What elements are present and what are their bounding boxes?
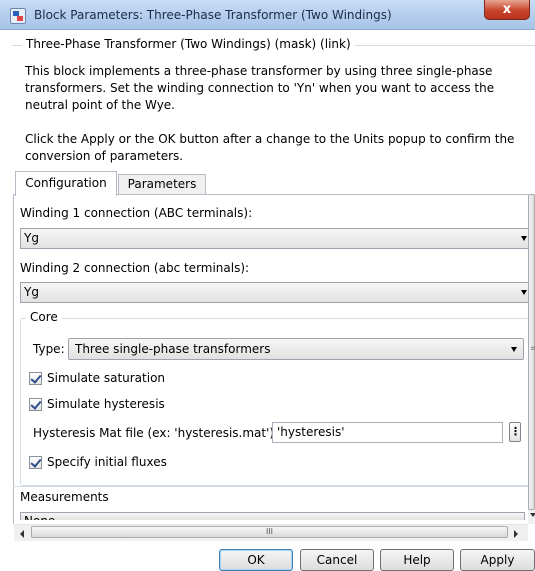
- winding2-dropdown[interactable]: Yg: [20, 282, 530, 303]
- cancel-button[interactable]: Cancel: [300, 549, 374, 571]
- winding2-label: Winding 2 connection (abc terminals):: [20, 261, 250, 275]
- mask-title: Three-Phase Transformer (Two Windings) (…: [22, 37, 355, 51]
- vertical-scrollbar[interactable]: =: [528, 194, 535, 524]
- specify-initial-fluxes-label: Specify initial fluxes: [47, 455, 167, 469]
- winding1-dropdown[interactable]: Yg: [20, 228, 530, 249]
- close-button[interactable]: x: [484, 0, 530, 20]
- chevron-down-icon: [521, 236, 527, 241]
- window-title: Block Parameters: Three-Phase Transforme…: [34, 8, 392, 22]
- core-type-label: Type:: [33, 342, 65, 356]
- core-group-title: Core: [26, 310, 62, 324]
- scroll-down-arrow-icon[interactable]: [530, 513, 535, 517]
- specify-initial-fluxes-checkbox[interactable]: [29, 456, 42, 469]
- mask-instructions: Click the Apply or the OK button after a…: [25, 132, 515, 163]
- horizontal-scroll-thumb[interactable]: III: [31, 526, 508, 538]
- grip-icon: =: [530, 344, 535, 354]
- help-button[interactable]: Help: [380, 549, 454, 571]
- scroll-right-arrow-icon[interactable]: [514, 530, 518, 538]
- hysteresis-file-label: Hysteresis Mat file (ex: 'hysteresis.mat…: [33, 426, 275, 440]
- ok-button[interactable]: OK: [219, 549, 293, 571]
- simulate-hysteresis-checkbox[interactable]: [29, 398, 42, 411]
- core-type-dropdown[interactable]: Three single-phase transformers: [68, 338, 524, 360]
- simulink-block-icon: [10, 8, 26, 24]
- core-type-value: Three single-phase transformers: [75, 342, 271, 356]
- measurements-divider: [13, 486, 535, 487]
- winding1-label: Winding 1 connection (ABC terminals):: [20, 206, 253, 220]
- mask-description: This block implements a three-phase tran…: [25, 64, 495, 112]
- apply-button[interactable]: Apply: [460, 549, 535, 571]
- tab-configuration[interactable]: Configuration: [15, 171, 117, 196]
- chevron-down-icon: [521, 290, 527, 295]
- simulate-saturation-label: Simulate saturation: [47, 371, 166, 385]
- measurements-dropdown[interactable]: None: [20, 512, 525, 520]
- winding1-value: Yg: [24, 231, 39, 245]
- simulate-saturation-checkbox[interactable]: [29, 372, 42, 385]
- measurements-label: Measurements: [20, 490, 109, 504]
- scroll-left-arrow-icon[interactable]: [20, 530, 24, 538]
- tab-panel-border: [13, 194, 14, 524]
- title-bar: Block Parameters: Three-Phase Transforme…: [0, 0, 535, 30]
- tab-parameters[interactable]: Parameters: [118, 174, 206, 194]
- vertical-scroll-thumb[interactable]: =: [528, 194, 535, 510]
- chevron-down-icon: [511, 347, 517, 352]
- hysteresis-file-input[interactable]: 'hysteresis': [272, 422, 503, 443]
- browse-file-button[interactable]: ⋮: [509, 422, 521, 442]
- simulate-hysteresis-label: Simulate hysteresis: [47, 397, 165, 411]
- winding2-value: Yg: [24, 285, 39, 299]
